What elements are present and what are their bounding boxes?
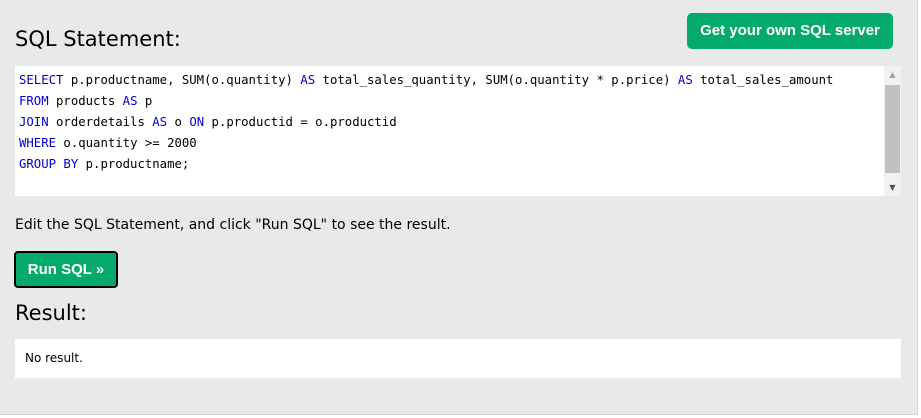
sql-text: o bbox=[167, 115, 190, 129]
sql-text: p.productname, SUM(o.quantity) bbox=[63, 73, 301, 87]
result-text: No result. bbox=[25, 351, 83, 365]
result-heading: Result: bbox=[15, 301, 87, 325]
sql-keyword: AS bbox=[122, 94, 138, 108]
sql-code-line: JOIN orderdetails AS o ON p.productid = … bbox=[19, 112, 881, 133]
sql-editor[interactable]: SELECT p.productname, SUM(o.quantity) AS… bbox=[15, 66, 901, 196]
sql-text: total_sales_amount bbox=[692, 73, 834, 87]
page-title: SQL Statement: bbox=[15, 27, 181, 51]
sql-keyword: WHERE bbox=[19, 136, 57, 150]
triangle-down-icon[interactable]: ▼ bbox=[884, 179, 901, 196]
sql-keyword: AS bbox=[677, 73, 693, 87]
sql-code-line: FROM products AS p bbox=[19, 91, 881, 112]
editor-scrollbar[interactable]: ▲ ▼ bbox=[884, 66, 901, 196]
sql-keyword: ON bbox=[189, 115, 205, 129]
sql-keyword: FROM bbox=[19, 94, 49, 108]
sql-text: orderdetails bbox=[48, 115, 153, 129]
sql-text: products bbox=[48, 94, 123, 108]
sql-code-line: WHERE o.quantity >= 2000 bbox=[19, 133, 881, 154]
sql-keyword: JOIN bbox=[19, 115, 49, 129]
get-own-sql-server-button[interactable]: Get your own SQL server bbox=[687, 13, 893, 49]
sql-keyword: GROUP BY bbox=[19, 157, 79, 171]
sql-keyword: AS bbox=[300, 73, 316, 87]
sql-text: p.productname; bbox=[78, 157, 190, 171]
run-sql-button[interactable]: Run SQL » bbox=[14, 251, 118, 288]
instructions-text: Edit the SQL Statement, and click "Run S… bbox=[15, 217, 451, 233]
sql-text: p.productid = o.productid bbox=[204, 115, 397, 129]
scrollbar-thumb[interactable] bbox=[885, 85, 900, 173]
triangle-up-icon[interactable]: ▲ bbox=[884, 66, 901, 83]
result-panel: No result. bbox=[15, 339, 901, 378]
sql-keyword: AS bbox=[152, 115, 168, 129]
sql-code-line: SELECT p.productname, SUM(o.quantity) AS… bbox=[19, 70, 881, 91]
sql-keyword: SELECT bbox=[19, 73, 64, 87]
sql-text: o.quantity >= 2000 bbox=[56, 136, 197, 150]
sql-code-line: GROUP BY p.productname; bbox=[19, 154, 881, 175]
sql-text: p bbox=[137, 94, 153, 108]
sql-code-textarea[interactable]: SELECT p.productname, SUM(o.quantity) AS… bbox=[19, 70, 881, 192]
sql-tryit-page: SQL Statement: Get your own SQL server S… bbox=[0, 0, 918, 415]
sql-text: total_sales_quantity, SUM(o.quantity * p… bbox=[315, 73, 678, 87]
